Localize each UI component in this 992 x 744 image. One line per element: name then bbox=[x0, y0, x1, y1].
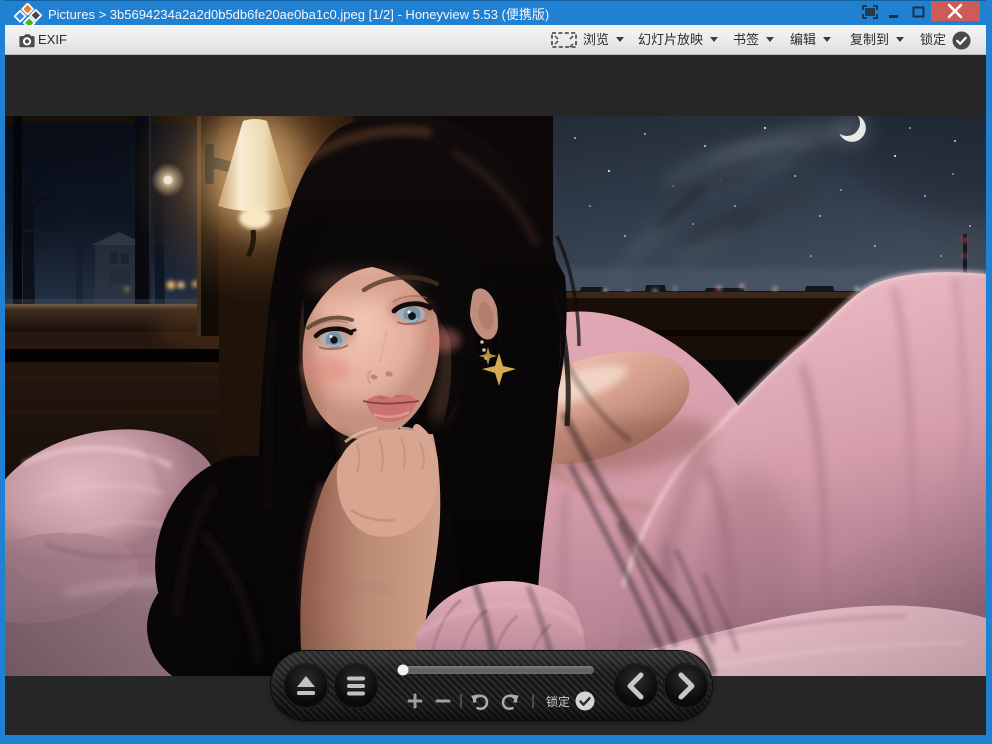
svg-text:锁定: 锁定 bbox=[546, 694, 570, 709]
